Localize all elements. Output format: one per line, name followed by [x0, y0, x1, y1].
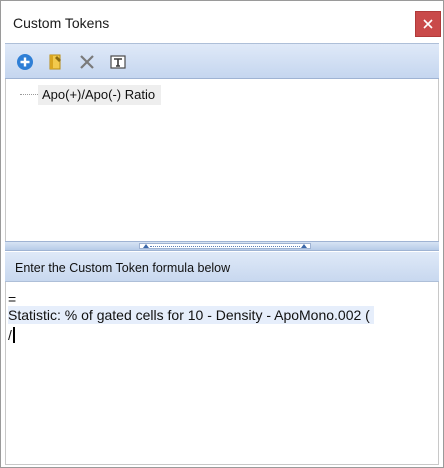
- formula-editor[interactable]: = Statistic: % of gated cells for 10 - D…: [5, 282, 439, 465]
- window-title: Custom Tokens: [13, 15, 110, 31]
- formula-header-label: Enter the Custom Token formula below: [15, 261, 231, 275]
- document-edit-icon: [49, 54, 61, 70]
- custom-tokens-window: Custom Tokens Apo(+)/Apo(-) Ratio Enter …: [0, 0, 444, 468]
- x-delete-icon: [80, 55, 94, 69]
- toolbar: [5, 43, 439, 79]
- delete-token-button[interactable]: [77, 52, 97, 72]
- formula-line: /: [8, 326, 15, 344]
- tree-item-token[interactable]: Apo(+)/Apo(-) Ratio: [38, 85, 162, 105]
- formula-header: Enter the Custom Token formula below: [5, 252, 439, 282]
- text-format-icon: [110, 55, 126, 69]
- close-icon: [423, 19, 433, 29]
- splitter-grip[interactable]: [139, 243, 311, 249]
- text-caret: [12, 327, 15, 343]
- close-button[interactable]: [415, 11, 441, 37]
- pane-splitter[interactable]: [5, 241, 439, 251]
- splitter-dots: [150, 246, 300, 247]
- splitter-up-arrow-icon: [301, 244, 307, 248]
- title-bar: Custom Tokens: [1, 1, 443, 43]
- formula-line-text: /: [8, 327, 12, 343]
- formula-line: Statistic: % of gated cells for 10 - Den…: [8, 306, 374, 324]
- token-tree: Apo(+)/Apo(-) Ratio: [5, 79, 439, 241]
- format-token-button[interactable]: [108, 52, 128, 72]
- tree-connector: [20, 94, 38, 95]
- splitter-up-arrow-icon: [143, 244, 149, 248]
- plus-circle-icon: [17, 54, 33, 70]
- add-token-button[interactable]: [15, 52, 35, 72]
- edit-token-button[interactable]: [45, 52, 65, 72]
